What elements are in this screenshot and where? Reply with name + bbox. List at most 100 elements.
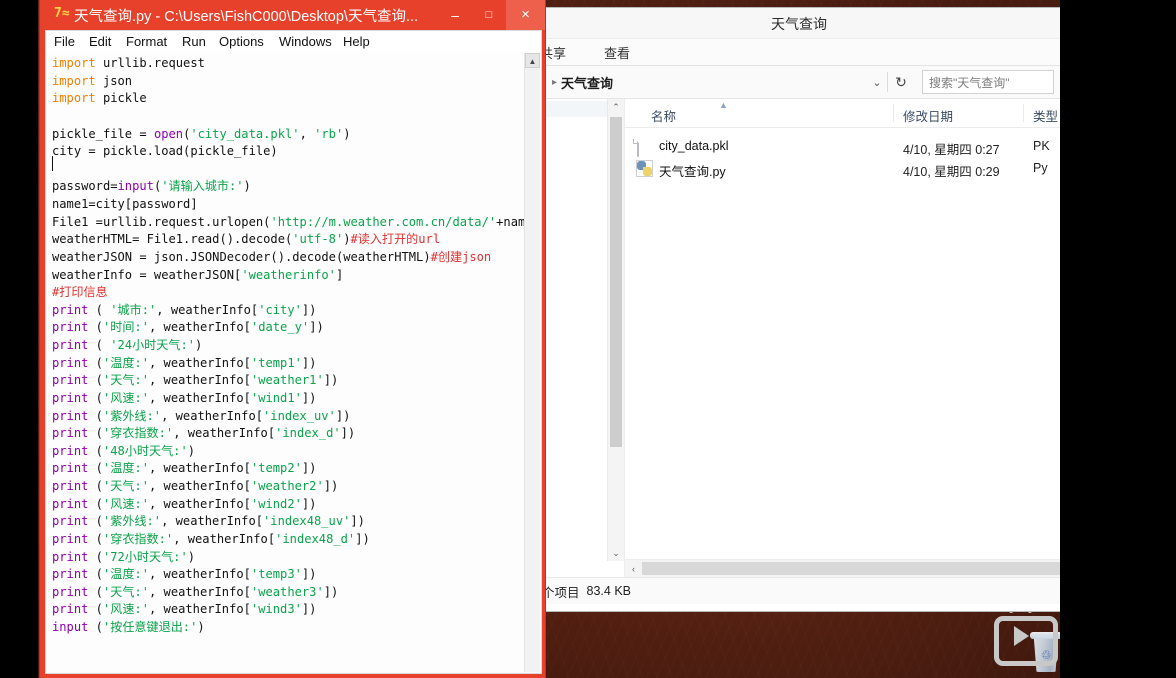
explorer-title-bar[interactable]: 天气查询	[538, 8, 1060, 39]
code-token: '穿衣指数:'	[102, 531, 174, 546]
code-token: 'index48_d'	[275, 531, 356, 546]
horizontal-scrollbar[interactable]: ‹	[625, 559, 1060, 577]
idle-window-title: 天气查询.py - C:\Users\FishC000\Desktop\天气查询…	[74, 9, 419, 25]
breadcrumb-path[interactable]: 天气查询	[561, 73, 613, 92]
scroll-up-arrow-icon[interactable]: ⌃	[608, 99, 624, 115]
file-name[interactable]: 天气查询.py	[659, 161, 726, 180]
code-token: print	[52, 302, 89, 317]
code-text[interactable]: import urllib.request import json import p…	[52, 55, 540, 637]
code-token: ])	[340, 426, 356, 441]
horizontal-scroll-track[interactable]	[642, 562, 1060, 575]
table-row[interactable]: city_data.pkl 4/10, 星期四 0:27 PK	[625, 136, 1060, 158]
menu-format[interactable]: Format	[126, 34, 167, 49]
code-line: import urllib.request	[52, 55, 512, 73]
file-explorer-window[interactable]: 天气查询 共享 查看 ▸ 天气查询 ⌄ ↻ 搜索"天气查询" ⌃ ⌄ ▲ 名称 …	[538, 8, 1060, 611]
maximize-button[interactable]: □	[472, 0, 506, 30]
column-header-type[interactable]: 类型	[1033, 106, 1058, 125]
navigation-pane[interactable]: ⌃ ⌄	[538, 99, 625, 577]
code-token: '天气:'	[102, 479, 149, 493]
file-name[interactable]: city_data.pkl	[659, 139, 728, 153]
search-input[interactable]: 搜索"天气查询"	[922, 70, 1054, 94]
code-token: ])	[355, 531, 370, 546]
code-token: , weatherInfo[	[173, 531, 276, 546]
ribbon-tab-view[interactable]: 查看	[604, 43, 630, 62]
menu-options[interactable]: Options	[219, 34, 264, 49]
code-token: #创建json	[430, 249, 492, 264]
code-token: print	[52, 408, 89, 423]
explorer-ribbon-tabs[interactable]: 共享 查看	[538, 39, 1060, 66]
refresh-icon[interactable]: ↻	[888, 74, 914, 91]
code-token: import	[52, 91, 103, 106]
code-token: , weatherInfo[	[149, 602, 251, 617]
code-token: ])	[335, 408, 351, 423]
code-token: )	[195, 338, 203, 352]
python-idle-window[interactable]: 7≈ 天气查询.py - C:\Users\FishC000\Desktop\天…	[40, 0, 545, 678]
code-line: print ('天气:', weatherInfo['weather1'])	[52, 372, 512, 390]
code-token: , weatherInfo[	[149, 584, 251, 599]
code-token: 'city'	[258, 302, 302, 317]
code-token: '城市:'	[110, 302, 157, 317]
code-token: print	[52, 443, 89, 458]
code-token: ])	[301, 302, 317, 317]
code-token: )	[187, 443, 196, 458]
idle-code-editor[interactable]: import urllib.request import json import p…	[45, 52, 542, 674]
code-line: #打印信息	[52, 284, 512, 302]
code-token: 'temp1'	[250, 355, 302, 370]
code-token: )	[343, 126, 351, 141]
code-token: )	[197, 620, 205, 634]
code-token: '风速:'	[102, 602, 149, 617]
code-token: print	[52, 602, 89, 617]
scroll-up-arrow-icon[interactable]: ▲	[525, 53, 540, 68]
code-line: weatherHTML= File1.read().decode('utf-8'…	[52, 231, 512, 249]
code-token: '72小时天气:'	[102, 549, 188, 564]
table-row[interactable]: 天气查询.py 4/10, 星期四 0:29 Py	[625, 158, 1060, 180]
chevron-down-icon[interactable]: ⌄	[867, 76, 887, 89]
menu-file[interactable]: File	[54, 34, 75, 49]
code-token: (	[88, 338, 111, 352]
code-token: print	[52, 531, 89, 546]
code-token: ])	[301, 461, 317, 476]
code-line: input ('按任意键退出:')	[52, 619, 512, 637]
code-line: print ('风速:', weatherInfo['wind3'])	[52, 601, 512, 619]
code-token: #读入打开的url	[350, 232, 441, 247]
code-token: 'weatherinfo'	[241, 267, 336, 282]
minimize-button[interactable]: –	[438, 0, 472, 30]
idle-title-bar[interactable]: 7≈ 天气查询.py - C:\Users\FishC000\Desktop\天…	[40, 0, 545, 30]
breadcrumb-arrow-icon: ▸	[552, 76, 558, 88]
code-line: weatherInfo = weatherJSON['weatherinfo']	[52, 267, 512, 285]
menu-windows[interactable]: Windows	[279, 34, 332, 49]
scroll-down-arrow-icon[interactable]: ⌄	[608, 545, 624, 561]
code-token: , weatherInfo[	[149, 567, 251, 582]
menu-run[interactable]: Run	[182, 34, 206, 49]
code-token: '按任意键退出:'	[102, 620, 198, 634]
code-token: , weatherInfo[	[161, 514, 264, 529]
editor-scrollbar[interactable]: ▲	[524, 53, 540, 672]
code-token: , weatherInfo[	[149, 373, 251, 388]
code-line: print ('穿衣指数:', weatherInfo['index48_d']…	[52, 531, 512, 549]
code-token: (	[88, 320, 103, 335]
column-divider-1[interactable]	[893, 104, 894, 122]
code-token: (	[88, 479, 103, 493]
close-button[interactable]: ×	[506, 0, 545, 30]
file-list-pane[interactable]: ▲ 名称 修改日期 类型 city_data.pkl 4/10, 星期四 0:2…	[625, 99, 1060, 577]
column-divider-2[interactable]	[1023, 104, 1024, 122]
menu-edit[interactable]: Edit	[89, 34, 111, 49]
explorer-status-bar: 个项目 83.4 KB	[538, 577, 1060, 604]
navigation-scrollbar[interactable]: ⌃ ⌄	[607, 99, 624, 561]
code-line: pickle_file = open('city_data.pkl', 'rb'…	[52, 126, 512, 144]
explorer-address-bar[interactable]: ▸ 天气查询 ⌄ ↻ 搜索"天气查询"	[538, 66, 1060, 99]
explorer-body: ⌃ ⌄ ▲ 名称 修改日期 类型 city_data.pkl 4/10, 星期四…	[538, 99, 1060, 577]
scroll-thumb[interactable]	[610, 117, 622, 447]
code-token: ])	[301, 355, 317, 370]
column-header-name[interactable]: 名称	[651, 106, 676, 125]
idle-menu-bar[interactable]: File Edit Format Run Options Windows Hel…	[45, 30, 542, 53]
code-line: print ( '城市:', weatherInfo['city'])	[52, 302, 512, 320]
bilibili-tv-watermark-icon	[986, 598, 1058, 666]
scroll-left-arrow-icon[interactable]: ‹	[625, 564, 642, 574]
menu-help[interactable]: Help	[343, 34, 370, 49]
code-token: city = pickle.load(pickle_file)	[52, 144, 278, 159]
column-header-row[interactable]: ▲ 名称 修改日期 类型	[625, 99, 1060, 128]
blank-document-icon	[637, 138, 653, 157]
column-header-date[interactable]: 修改日期	[903, 106, 953, 125]
